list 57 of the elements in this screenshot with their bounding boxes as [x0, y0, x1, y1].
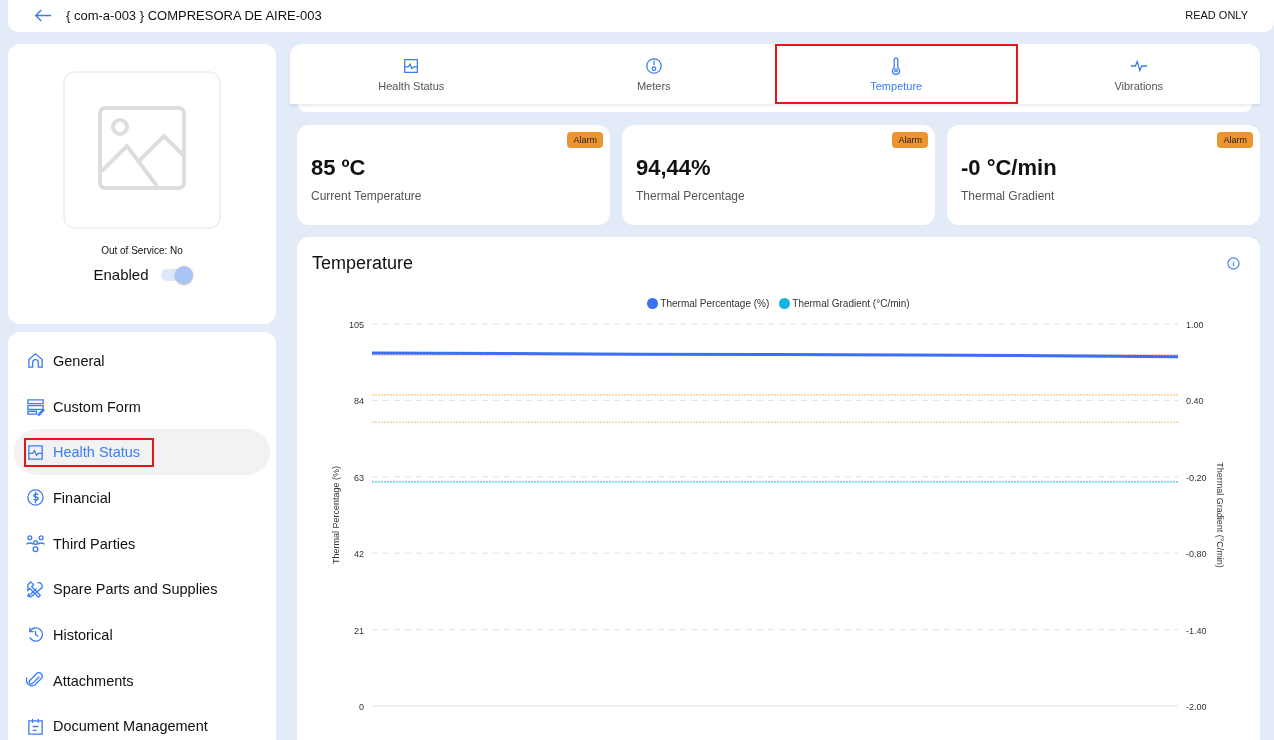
tab[interactable]: Health Status	[290, 44, 533, 104]
menu-item-icon	[26, 442, 45, 462]
tab-icon	[644, 56, 663, 75]
read-only-label: READ ONLY	[1185, 9, 1248, 21]
sidebar-item[interactable]: Attachments	[14, 657, 270, 704]
axis-tick-label: -0.20	[1186, 472, 1207, 483]
sidebar-item[interactable]: Historical	[14, 612, 270, 658]
axis-tick-label: 42	[354, 549, 364, 560]
stat-label: Thermal Percentage	[636, 189, 746, 203]
chart-title: Temperature	[312, 253, 414, 274]
axis-title: Thermal Gradient (°C/min)	[1215, 462, 1225, 568]
sidebar-item[interactable]: General	[14, 338, 270, 384]
axis-tick-label: -2.00	[1186, 702, 1207, 712]
stat-value: -0 °C/min	[961, 155, 1058, 181]
axis-tick-label: 105	[348, 320, 364, 330]
stat-value: 85 ºC	[311, 155, 367, 181]
asset-title: { com-a-003 } COMPRESORA DE AIRE-003	[66, 7, 322, 23]
stat-label: Thermal Gradient	[961, 189, 1056, 203]
stat-value: 94,44%	[636, 155, 712, 181]
legend-item[interactable]: Thermal Percentage (%)	[647, 298, 770, 309]
alarm-badge: Alarm	[1217, 132, 1253, 148]
axis-title: Thermal Percentage (%)	[331, 466, 341, 564]
tab[interactable]: Meters	[532, 44, 775, 104]
menu-item-icon	[26, 534, 45, 554]
menu-item-icon	[26, 351, 45, 371]
sidebar-item[interactable]: Document Management	[14, 703, 270, 740]
alarm-badge: Alarm	[567, 132, 603, 148]
out-of-service-label: Out of Service: No	[101, 245, 183, 256]
enabled-label: Enabled	[93, 266, 149, 283]
axis-tick-label: 0.40	[1186, 396, 1204, 407]
sidebar-item[interactable]: Spare Parts and Supplies	[14, 566, 270, 613]
tab[interactable]: Tempeture	[775, 44, 1018, 104]
sidebar-item[interactable]: Third Parties	[14, 520, 270, 567]
tab[interactable]: Vibrations	[1017, 44, 1260, 104]
axis-tick-label: 84	[354, 396, 364, 407]
sidebar-item[interactable]: Financial	[14, 475, 270, 521]
axis-tick-label: 21	[354, 625, 364, 636]
menu-item-icon	[26, 579, 45, 599]
sidebar-item[interactable]: Custom Form	[14, 383, 270, 430]
axis-tick-label: 63	[354, 472, 364, 483]
menu-item-icon	[26, 716, 45, 736]
back-arrow-icon[interactable]	[34, 8, 52, 22]
alarm-badge: Alarm	[892, 132, 928, 148]
axis-tick-label: -0.80	[1186, 549, 1207, 560]
sidebar-item[interactable]: Health Status	[14, 429, 270, 476]
menu-item-icon	[26, 397, 45, 417]
menu-item-icon	[26, 488, 45, 508]
enabled-toggle[interactable]	[160, 268, 191, 281]
tab-icon	[402, 56, 421, 75]
axis-tick-label: -1.40	[1186, 625, 1207, 636]
axis-tick-label: 1.00	[1186, 320, 1204, 330]
stat-label: Current Temperature	[311, 189, 423, 203]
legend-item[interactable]: Thermal Gradient (°C/min)	[779, 298, 910, 309]
image-placeholder-icon	[63, 71, 221, 229]
axis-tick-label: 0	[359, 702, 364, 712]
info-icon[interactable]	[1227, 257, 1240, 270]
menu-item-icon	[26, 625, 45, 645]
